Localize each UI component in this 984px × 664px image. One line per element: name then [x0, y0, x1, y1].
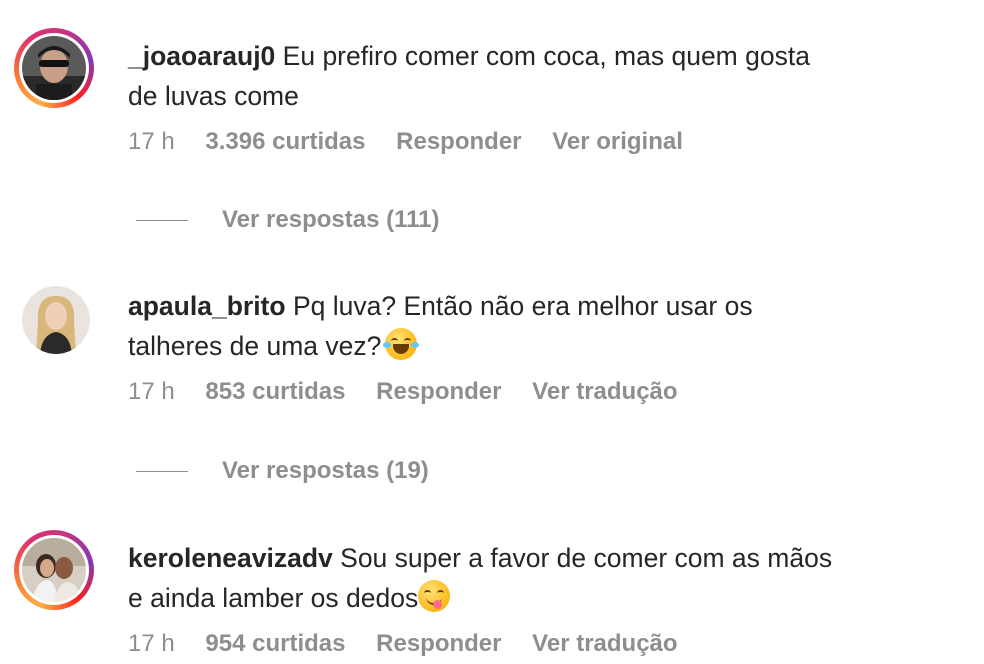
comment-timestamp: 17 h — [128, 630, 175, 657]
tears-of-joy-emoji-icon — [383, 328, 420, 360]
likes-count[interactable]: 3.396 curtidas — [205, 128, 365, 155]
reply-button[interactable]: Responder — [396, 128, 521, 155]
avatar[interactable] — [22, 286, 90, 354]
comment-username[interactable]: keroleneavizadv — [128, 543, 333, 573]
reply-button[interactable]: Responder — [376, 630, 501, 657]
replies-divider — [136, 470, 188, 472]
translate-button[interactable]: Ver original — [552, 128, 683, 155]
view-replies-button[interactable]: Ver respostas (111) — [136, 206, 439, 234]
reply-button[interactable]: Responder — [376, 378, 501, 405]
profile-photo — [22, 538, 86, 602]
likes-count[interactable]: 853 curtidas — [205, 378, 345, 405]
comment-username[interactable]: _joaoarauj0 — [128, 41, 275, 71]
view-replies-button[interactable]: Ver respostas (19) — [136, 457, 429, 485]
translate-button[interactable]: Ver tradução — [532, 630, 677, 657]
replies-divider — [136, 219, 188, 221]
savoring-food-emoji-icon — [418, 580, 451, 612]
comment-text: de luvas come — [128, 81, 299, 111]
comment-timestamp: 17 h — [128, 128, 175, 155]
comment-text: Pq luva? Então não era melhor usar os — [292, 291, 753, 321]
comment-text: e ainda lamber os dedos — [128, 583, 419, 613]
profile-photo — [22, 36, 86, 100]
comment-username[interactable]: apaula_brito — [128, 291, 286, 321]
avatar[interactable] — [14, 530, 94, 610]
profile-photo — [22, 286, 90, 354]
comment-text: Sou super a favor de comer com as mãos — [340, 543, 833, 573]
comment-timestamp: 17 h — [128, 378, 175, 405]
view-replies-label: Ver respostas (111) — [222, 206, 440, 233]
comment-text: Eu prefiro comer com coca, mas quem gost… — [282, 41, 810, 71]
likes-count[interactable]: 954 curtidas — [205, 630, 345, 657]
avatar[interactable] — [14, 28, 94, 108]
comment-text: talheres de uma vez? — [128, 331, 382, 361]
view-replies-label: Ver respostas (19) — [222, 457, 429, 484]
translate-button[interactable]: Ver tradução — [532, 378, 677, 405]
